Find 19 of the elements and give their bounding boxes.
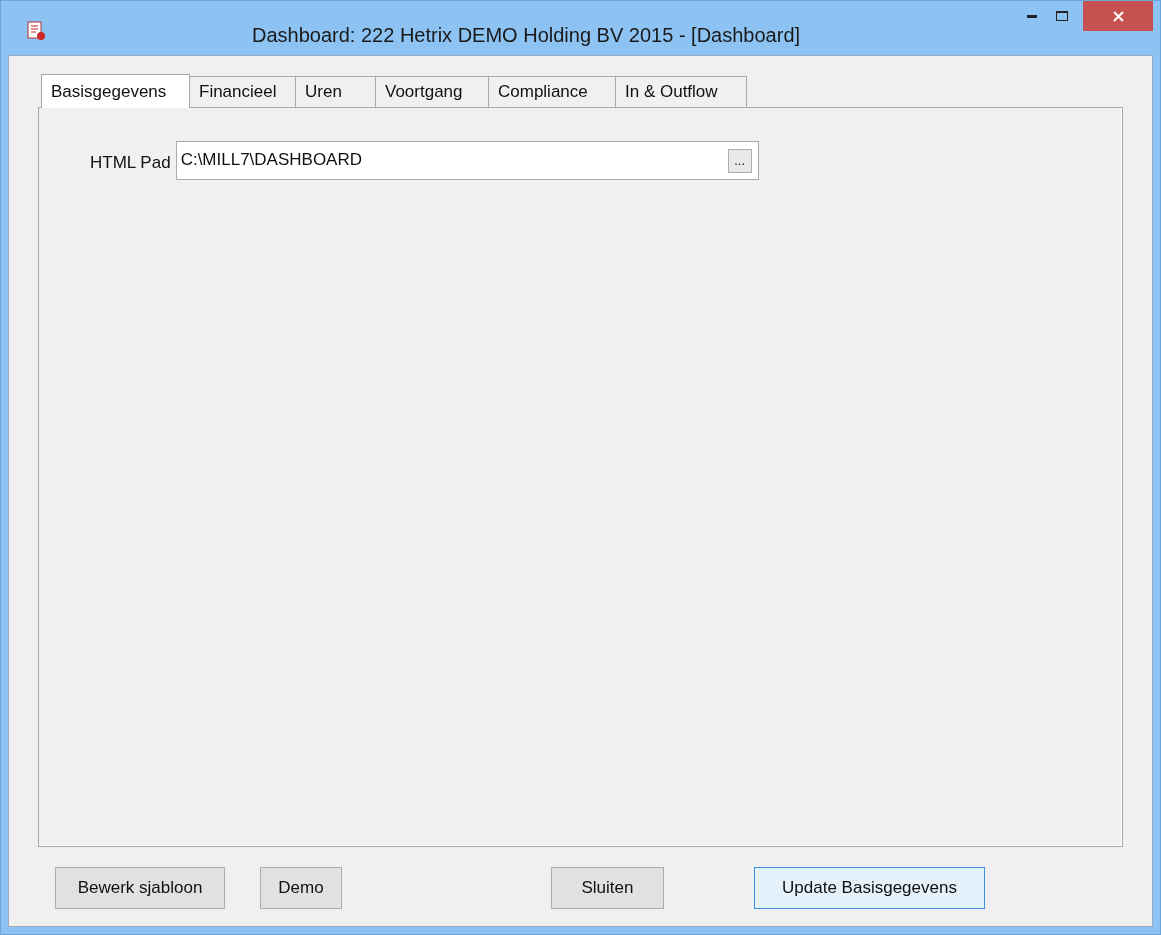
close-button[interactable] — [1083, 1, 1153, 31]
dialog-button[interactable]: Update Basisgegevens — [754, 867, 985, 909]
app-icon — [26, 21, 46, 41]
minimize-icon — [1027, 14, 1037, 18]
window-title: Dashboard: 222 Hetrix DEMO Holding BV 2015 - [Dashboard] — [252, 23, 801, 48]
path-field[interactable]: C:\MILL7\DASHBOARD ... — [175, 141, 759, 180]
maximize-icon — [1056, 11, 1068, 21]
browse-button[interactable]: ... — [727, 149, 752, 173]
tab[interactable]: Uren — [296, 76, 376, 107]
dialog-button[interactable]: Demo — [260, 867, 342, 909]
tab[interactable]: Compliance — [489, 76, 616, 107]
close-icon — [1112, 10, 1124, 22]
field-label: HTML Pad — [90, 152, 171, 174]
dialog-button[interactable]: Sluiten — [551, 867, 664, 909]
tab[interactable]: Basisgegevens — [41, 74, 190, 108]
tab[interactable]: Voortgang — [376, 76, 489, 107]
tab[interactable]: Financieel — [190, 76, 296, 107]
tab[interactable]: In & Outflow — [616, 76, 747, 107]
dialog-button[interactable]: Bewerk sjabloon — [55, 867, 225, 909]
